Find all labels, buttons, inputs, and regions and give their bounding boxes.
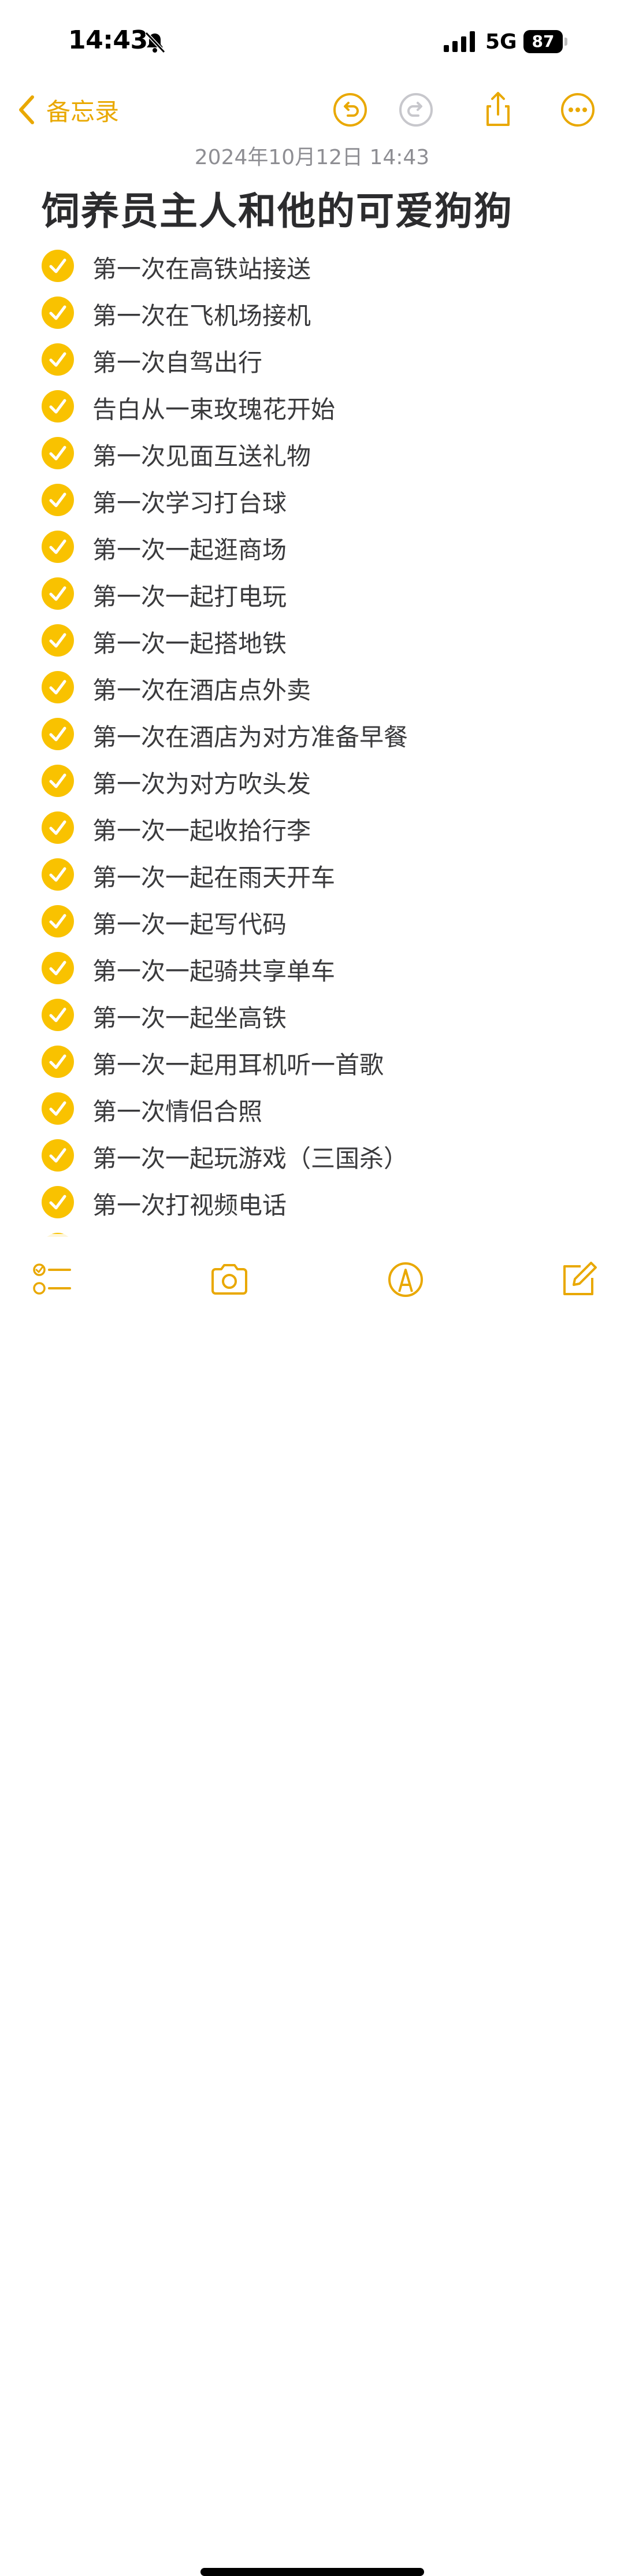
chevron-left-icon: [19, 95, 34, 124]
checklist-item-text: 第一次一起写代码: [92, 910, 287, 939]
checkmark-circle-icon[interactable]: [42, 1092, 74, 1125]
checklist-item[interactable]: 第一次一起写代码: [0, 898, 624, 945]
compose-icon[interactable]: [558, 1259, 598, 1300]
checklist-item[interactable]: 第一次在酒店为对方准备早餐: [0, 711, 624, 758]
checklist-item-text: 第一次一起打电玩: [92, 583, 287, 611]
checkmark-circle-icon[interactable]: [42, 531, 74, 563]
markup-icon[interactable]: [385, 1259, 426, 1300]
checklist-item[interactable]: 第一次为对方吹头发: [0, 758, 624, 805]
checklist-item[interactable]: 第一次一起用耳机听一首歌: [0, 1039, 624, 1085]
checklist-item-text: 第一次一起用耳机听一首歌: [92, 1051, 384, 1079]
checklist-item-text: 告白从一束玫瑰花开始: [92, 395, 336, 424]
battery-icon: 87: [523, 30, 570, 53]
checklist-item[interactable]: 第一次一起逛商场: [0, 524, 624, 570]
checklist-item[interactable]: 第一次在酒店点外卖: [0, 664, 624, 711]
battery-level: 87: [523, 30, 563, 53]
battery-tip: [564, 38, 567, 46]
checklist-item-text: 第一次自驾出行: [92, 349, 263, 377]
note-title[interactable]: 饲养员主人和他的可爱狗狗: [42, 180, 513, 236]
more-icon[interactable]: [559, 91, 596, 128]
checkmark-circle-icon[interactable]: [42, 390, 74, 422]
checklist-item-text: 第一次在酒店点外卖: [92, 676, 311, 705]
checklist-item[interactable]: 第一次一起玩游戏（三国杀）: [0, 1132, 624, 1179]
checklist-item-text: 第一次一起坐高铁: [92, 1004, 287, 1032]
back-button[interactable]: 备忘录: [17, 92, 119, 127]
checklist-item[interactable]: 第一次见面互送礼物: [0, 430, 624, 477]
checklist-item[interactable]: 第一次一起收拾行李: [0, 805, 624, 851]
checklist-item-text: 第一次打视频电话: [92, 1191, 287, 1220]
checklist-item-text: 第一次一起骑共享单车: [92, 957, 336, 985]
checklist-item[interactable]: 第一次在飞机场接机: [0, 290, 624, 336]
checklist-item[interactable]: 第一次一起打电玩: [0, 570, 624, 617]
checkmark-circle-icon[interactable]: [42, 250, 74, 282]
checklist-item-text: 第一次学习打台球: [92, 489, 287, 517]
undo-icon[interactable]: [332, 91, 369, 128]
checklist-item[interactable]: 第一次一起骑共享单车: [0, 945, 624, 992]
checkmark-circle-icon[interactable]: [42, 296, 74, 329]
status-time: 14:43: [68, 25, 148, 55]
checkmark-circle-icon[interactable]: [42, 1139, 74, 1172]
back-label: 备忘录: [46, 97, 120, 126]
checklist-item-text: 第一次一起逛商场: [92, 536, 287, 564]
checklist-item[interactable]: 第一次打视频电话: [0, 1179, 624, 1226]
checklist-item-text: 第一次情侣合照: [92, 1098, 263, 1126]
checklist-item-text: 第一次在飞机场接机: [92, 302, 311, 330]
checkmark-circle-icon[interactable]: [42, 765, 74, 797]
checkmark-circle-icon[interactable]: [42, 905, 74, 937]
cellular-signal-icon: [444, 31, 475, 52]
checkmark-circle-icon[interactable]: [42, 437, 74, 469]
checklist-item-text: 第一次在酒店为对方准备早餐: [92, 723, 408, 751]
checklist-item[interactable]: 第一次自驾出行: [0, 336, 624, 383]
checklist-item-text: 第一次一起搭地铁: [92, 629, 287, 658]
checklist-item-text: 第一次一起玩游戏（三国杀）: [92, 1144, 408, 1173]
checklist-icon[interactable]: [32, 1259, 72, 1300]
checklist-item-text: 第一次为对方吹头发: [92, 770, 311, 798]
checklist-item[interactable]: 第一次在高铁站接送: [0, 243, 624, 290]
checkmark-circle-icon[interactable]: [42, 1186, 74, 1218]
checklist-item[interactable]: 第一次一起搭地铁: [0, 617, 624, 664]
checkmark-circle-icon[interactable]: [42, 484, 74, 516]
checkmark-circle-icon[interactable]: [42, 999, 74, 1031]
checkmark-circle-icon[interactable]: [42, 718, 74, 750]
redo-icon[interactable]: [398, 91, 434, 128]
checkmark-circle-icon[interactable]: [42, 577, 74, 610]
checklist-item[interactable]: 第一次一起在雨天开车: [0, 851, 624, 898]
checklist-item[interactable]: 第一次一起坐高铁: [0, 992, 624, 1039]
checkmark-circle-icon[interactable]: [42, 858, 74, 891]
checklist-item-text: 第一次一起收拾行李: [92, 817, 311, 845]
checklist: 第一次在高铁站接送 第一次在飞机场接机 第一次自驾出行告白从一束玫瑰花开始 第一次见面…: [0, 243, 624, 1237]
status-bar: 14:43 5G 87: [0, 0, 624, 81]
checklist-item-text: 第一次一起在雨天开车: [92, 863, 336, 892]
checklist-item[interactable]: 第一次学习打台球: [0, 477, 624, 524]
checkmark-circle-icon[interactable]: [42, 343, 74, 376]
camera-icon[interactable]: [209, 1259, 250, 1300]
home-indicator: [200, 2568, 424, 2576]
checklist-item-text: 第一次在高铁站接送: [92, 255, 311, 283]
share-icon[interactable]: [480, 91, 517, 128]
checkmark-circle-icon[interactable]: [42, 671, 74, 703]
checkmark-circle-icon[interactable]: [42, 624, 74, 657]
checklist-item-text: 第一次见面互送礼物: [92, 442, 311, 470]
note-date: 2024年10月12日 14:43: [194, 146, 430, 169]
checkmark-circle-icon[interactable]: [42, 952, 74, 984]
checkmark-circle-icon[interactable]: [42, 811, 74, 844]
bell-slash-icon: [144, 31, 166, 54]
bottom-toolbar: [0, 1234, 624, 2576]
network-type: 5G: [485, 30, 517, 54]
checklist-item[interactable]: 告白从一束玫瑰花开始: [0, 383, 624, 430]
checklist-item[interactable]: 第一次情侣合照: [0, 1085, 624, 1132]
checkmark-circle-icon[interactable]: [42, 1046, 74, 1078]
nav-bar: 备忘录: [0, 81, 624, 139]
